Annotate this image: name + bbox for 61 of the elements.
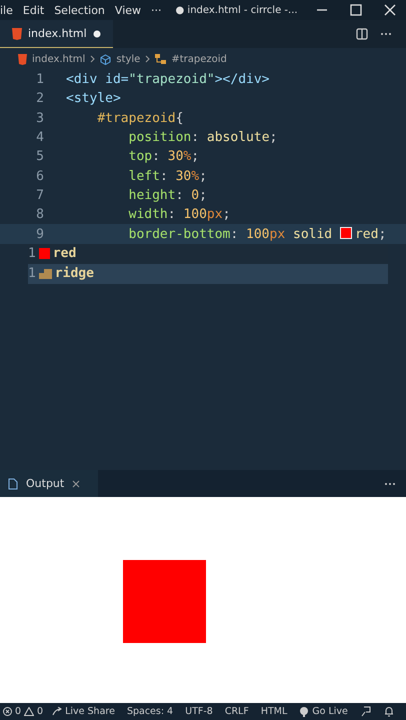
code-line: top: 30%; <box>128 149 200 164</box>
unsaved-dot-icon <box>92 30 101 38</box>
chevron-icon <box>145 55 150 63</box>
code-line: <div id="trapezoid"></div> <box>66 72 270 88</box>
line-number: 5 <box>35 149 44 164</box>
share-icon <box>52 706 62 716</box>
file-icon <box>8 478 18 490</box>
status-item[interactable]: CRLF <box>224 706 249 717</box>
code-line: position: absolute; <box>128 130 278 146</box>
menu-item[interactable]: ile <box>0 4 13 16</box>
line-number: 1 <box>28 266 36 282</box>
suggestion-item[interactable]: 1 red <box>28 244 388 264</box>
more-icon[interactable] <box>380 32 392 36</box>
line-number: 4 <box>35 130 44 146</box>
split-editor-icon[interactable] <box>356 28 368 40</box>
warning-icon[interactable] <box>24 707 34 716</box>
status-item[interactable]: HTML <box>260 706 288 717</box>
line-number: 8 <box>35 207 44 222</box>
line-number: 3 <box>35 110 44 126</box>
status-item[interactable]: Spaces: 4 <box>126 706 174 717</box>
html-file-icon <box>18 54 27 64</box>
code-line: #trapezoid{ <box>96 110 184 126</box>
menu-item[interactable]: Edit <box>22 4 44 16</box>
line-number: 7 <box>35 188 44 203</box>
code-line: border-bottom: 100px solid red; <box>128 226 386 242</box>
selector-icon <box>155 54 166 64</box>
feedback-icon[interactable] <box>360 706 371 717</box>
chevron-icon <box>90 55 96 63</box>
warning-count[interactable]: 0 <box>37 706 44 717</box>
menu-item[interactable]: View <box>114 4 142 16</box>
editor-tab[interactable]: index.html <box>0 20 113 48</box>
line-number: 1 <box>35 72 44 88</box>
line-number: 9 <box>35 226 44 242</box>
keyword-icon <box>38 268 52 279</box>
suggestion-item[interactable]: 1 ridge <box>28 264 388 284</box>
menu-item[interactable]: ··· <box>151 4 162 16</box>
maximize-icon[interactable] <box>350 4 362 16</box>
breadcrumb[interactable]: #trapezoid <box>171 54 227 64</box>
status-item[interactable]: UTF-8 <box>185 706 213 717</box>
html-file-icon <box>12 28 22 40</box>
error-icon[interactable] <box>3 707 12 716</box>
error-count[interactable]: 0 <box>15 706 22 717</box>
breadcrumb[interactable]: index.html <box>32 54 86 64</box>
code-line: left: 30%; <box>128 168 207 184</box>
bell-icon[interactable] <box>384 706 394 717</box>
menu-item[interactable]: Selection <box>54 4 105 16</box>
broadcast-icon <box>299 706 310 716</box>
cube-icon <box>100 54 112 64</box>
line-number: 2 <box>35 91 44 106</box>
close-icon[interactable] <box>72 480 80 488</box>
window-title: ● index.html - cirrcle -... <box>176 4 298 16</box>
code-line: <style> <box>66 91 121 106</box>
status-item[interactable]: Go Live <box>312 706 348 717</box>
code-line: height: 0; <box>128 188 207 203</box>
line-number: 1 <box>28 246 36 262</box>
more-icon[interactable] <box>384 482 396 486</box>
code-line: width: 100px; <box>128 207 230 222</box>
breadcrumb[interactable]: style <box>116 54 140 64</box>
panel-tab[interactable]: Output <box>0 470 98 497</box>
line-number: 6 <box>35 168 44 184</box>
status-item[interactable]: Live Share <box>65 706 115 717</box>
